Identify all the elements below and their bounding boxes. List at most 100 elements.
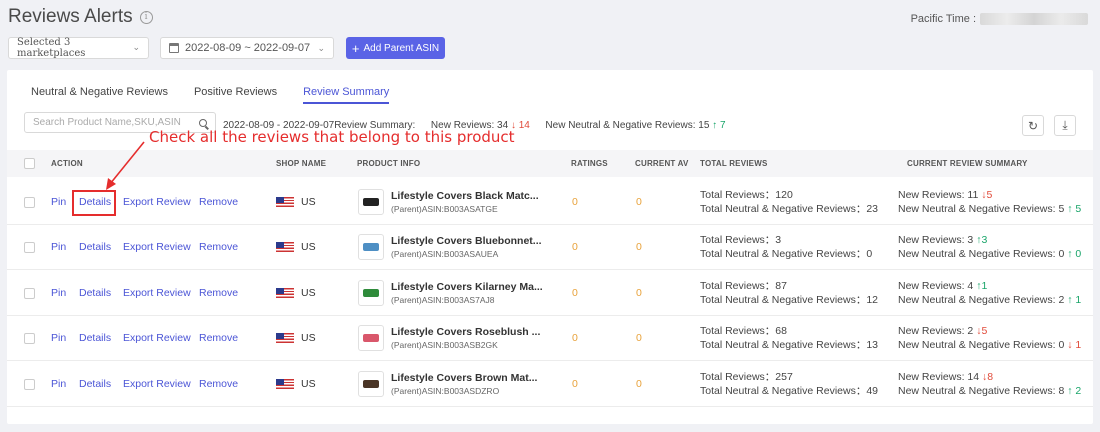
new-reviews-change: 8 <box>987 371 994 383</box>
current-summary-cell: New Reviews: 14 ↓8 New Neutral & Negativ… <box>898 370 1081 398</box>
table-row: Pin Details Export Review Remove US Life… <box>7 316 1093 361</box>
product-name[interactable]: Lifestyle Covers Black Matc... <box>391 190 539 202</box>
table-row: Pin Details Export Review Remove US Life… <box>7 362 1093 407</box>
row-checkbox[interactable] <box>24 197 35 208</box>
select-all-checkbox[interactable] <box>24 158 35 169</box>
search-icon[interactable] <box>199 118 207 127</box>
col-action: ACTION <box>51 159 83 168</box>
remove-link[interactable]: Remove <box>199 196 238 208</box>
pin-link[interactable]: Pin <box>51 241 66 253</box>
new-reviews: New Reviews: 14 <box>898 371 980 383</box>
new-neg-reviews: New Neutral & Negative Reviews: 2 <box>898 294 1065 306</box>
total-reviews: Total Reviews：87 <box>700 280 787 292</box>
product-thumbnail[interactable] <box>358 280 384 306</box>
ratings-value: 0 <box>572 332 578 344</box>
export-review-link[interactable]: Export Review <box>123 332 191 344</box>
shop-cell: US <box>276 196 316 208</box>
marketplace-select[interactable]: Selected 3 marketplaces ⌄ <box>8 37 149 59</box>
tab-positive-reviews[interactable]: Positive Reviews <box>194 86 277 104</box>
row-checkbox[interactable] <box>24 242 35 253</box>
tab-review-summary[interactable]: Review Summary <box>303 86 390 104</box>
product-info: Lifestyle Covers Kilarney Ma... (Parent)… <box>391 281 543 305</box>
details-link[interactable]: Details <box>79 287 111 299</box>
product-thumbnail[interactable] <box>358 371 384 397</box>
plus-icon: + <box>351 40 360 56</box>
product-info: Lifestyle Covers Roseblush ... (Parent)A… <box>391 326 540 350</box>
new-reviews: New Reviews: 2 <box>898 325 974 337</box>
export-review-link[interactable]: Export Review <box>123 378 191 390</box>
new-neg-change: 5 <box>1075 203 1082 215</box>
refresh-button[interactable]: ↻ <box>1022 115 1044 136</box>
arrow-up-icon: ↑ <box>1067 248 1073 260</box>
product-thumbnail[interactable] <box>358 325 384 351</box>
row-checkbox[interactable] <box>24 288 35 299</box>
product-thumbnail[interactable] <box>358 234 384 260</box>
total-neg-reviews: Total Neutral & Negative Reviews：12 <box>700 294 878 306</box>
date-range-picker[interactable]: 2022-08-09 ~ 2022-09-07 ⌄ <box>160 37 334 59</box>
shop-cell: US <box>276 287 316 299</box>
product-thumbnail[interactable] <box>358 189 384 215</box>
new-reviews-change: 5 <box>981 325 988 337</box>
export-review-link[interactable]: Export Review <box>123 241 191 253</box>
remove-link[interactable]: Remove <box>199 378 238 390</box>
pin-link[interactable]: Pin <box>51 287 66 299</box>
product-asin: (Parent)ASIN:B003ASAUEA <box>391 249 499 259</box>
table-row: Pin Details Export Review Remove US Life… <box>7 180 1093 225</box>
table-row: Pin Details Export Review Remove US Life… <box>7 225 1093 270</box>
pin-link[interactable]: Pin <box>51 196 66 208</box>
chevron-down-icon: ⌄ <box>317 42 325 53</box>
current-summary-cell: New Reviews: 2 ↓ 5 New Neutral & Negative… <box>898 324 1081 352</box>
shop-cell: US <box>276 332 316 344</box>
export-review-link[interactable]: Export Review <box>123 196 191 208</box>
add-parent-asin-button[interactable]: + Add Parent ASIN <box>346 37 445 59</box>
arrow-up-icon: ↑ <box>1067 294 1073 306</box>
download-button[interactable]: ⤓ <box>1054 115 1076 136</box>
new-reviews-change: 5 <box>986 189 993 201</box>
product-asin: (Parent)ASIN:B003ASDZRO <box>391 386 500 396</box>
total-reviews: Total Reviews：68 <box>700 325 787 337</box>
us-flag-icon <box>276 287 294 299</box>
product-name[interactable]: Lifestyle Covers Brown Mat... <box>391 372 537 384</box>
remove-link[interactable]: Remove <box>199 287 238 299</box>
info-icon[interactable]: i <box>139 10 153 24</box>
current-av-value: 0 <box>636 196 642 208</box>
product-asin: (Parent)ASIN:B003ASB2GK <box>391 340 498 350</box>
total-reviews-cell: Total Reviews：257 Total Neutral & Negati… <box>700 370 878 398</box>
product-name[interactable]: Lifestyle Covers Roseblush ... <box>391 326 540 338</box>
page-title-text: Reviews Alerts <box>8 6 133 27</box>
ratings-value: 0 <box>572 196 578 208</box>
shop-name: US <box>301 196 316 208</box>
product-info: Lifestyle Covers Brown Mat... (Parent)AS… <box>391 372 537 396</box>
col-shop-name: SHOP NAME <box>276 159 327 168</box>
col-current-review-summary: CURRENT REVIEW SUMMARY <box>907 159 1028 168</box>
new-neg-change: 0 <box>1075 248 1082 260</box>
table-header: ACTION SHOP NAME PRODUCT INFO RATINGS CU… <box>7 150 1093 177</box>
arrow-up-icon: ↑ <box>1067 203 1073 215</box>
shop-name: US <box>301 378 316 390</box>
total-neg-reviews: Total Neutral & Negative Reviews：13 <box>700 339 878 351</box>
pin-link[interactable]: Pin <box>51 378 66 390</box>
new-neg-change: 2 <box>1075 385 1082 397</box>
remove-link[interactable]: Remove <box>199 332 238 344</box>
row-checkbox[interactable] <box>24 379 35 390</box>
new-reviews-change: 3 <box>981 234 988 246</box>
export-review-link[interactable]: Export Review <box>123 287 191 299</box>
pin-link[interactable]: Pin <box>51 332 66 344</box>
product-name[interactable]: Lifestyle Covers Kilarney Ma... <box>391 281 543 293</box>
details-link[interactable]: Details <box>79 241 111 253</box>
current-av-value: 0 <box>636 378 642 390</box>
summary-new-negative-change: 7 <box>719 120 726 131</box>
tab-neutral-negative[interactable]: Neutral & Negative Reviews <box>31 86 168 104</box>
product-info: Lifestyle Covers Black Matc... (Parent)A… <box>391 190 539 214</box>
current-summary-cell: New Reviews: 3 ↑ 3 New Neutral & Negative… <box>898 233 1081 261</box>
refresh-icon: ↻ <box>1027 118 1039 133</box>
remove-link[interactable]: Remove <box>199 241 238 253</box>
col-current-av: CURRENT AV <box>635 159 689 168</box>
details-link[interactable]: Details <box>79 332 111 344</box>
details-link[interactable]: Details <box>79 378 111 390</box>
pacific-time-label: Pacific Time : <box>910 13 976 25</box>
row-checkbox[interactable] <box>24 333 35 344</box>
total-reviews: Total Reviews：120 <box>700 189 793 201</box>
product-name[interactable]: Lifestyle Covers Bluebonnet... <box>391 235 542 247</box>
new-neg-reviews: New Neutral & Negative Reviews: 0 <box>898 248 1065 260</box>
